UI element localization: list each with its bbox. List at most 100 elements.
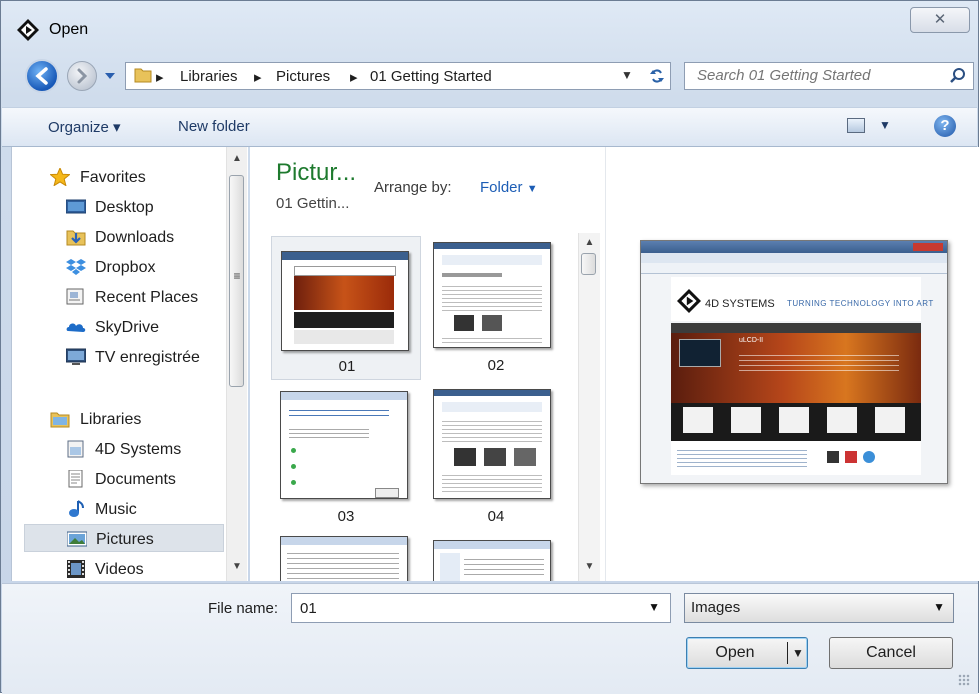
library-title: Pictur... <box>276 159 357 186</box>
breadcrumb-libraries[interactable]: Libraries <box>180 68 238 85</box>
close-icon: ✕ <box>933 11 947 28</box>
search-input[interactable] <box>695 66 929 85</box>
preview-pane: 4D SYSTEMS TURNING TECHNOLOGY INTO ART u… <box>605 147 979 581</box>
sidebar-libraries-header[interactable]: Libraries <box>12 405 224 433</box>
file-item-03[interactable]: 03 <box>271 387 421 531</box>
file-name-label: File name: <box>208 600 279 617</box>
chevron-down-icon: ▼ <box>526 183 538 195</box>
back-arrow-icon <box>35 67 48 85</box>
open-button[interactable]: Open ▼ <box>686 637 808 669</box>
file-name-label: 04 <box>487 508 505 525</box>
close-button[interactable]: ✕ <box>910 7 970 33</box>
sidebar-item-documents[interactable]: Documents <box>12 465 224 493</box>
history-dropdown-icon[interactable] <box>104 71 116 81</box>
change-view-icon[interactable] <box>847 118 865 133</box>
file-name-label: 01 <box>338 358 356 375</box>
arrange-by-value: Folder <box>480 179 523 196</box>
breadcrumb-getting-started[interactable]: 01 Getting Started <box>370 68 492 85</box>
cancel-button[interactable]: Cancel <box>829 637 953 669</box>
refresh-icon <box>650 69 664 83</box>
file-item-06[interactable] <box>421 532 571 581</box>
sidebar-item-desktop[interactable]: Desktop <box>12 193 224 221</box>
forward-button[interactable] <box>67 61 97 91</box>
file-name-combo[interactable]: ▼ <box>291 593 671 623</box>
breadcrumb-separator-icon[interactable]: ▸ <box>350 68 358 86</box>
sidebar-item-label: Dropbox <box>95 259 156 276</box>
file-item-01[interactable]: 01 <box>271 236 421 380</box>
file-thumbnail <box>280 391 408 499</box>
videos-icon <box>67 560 85 578</box>
arrange-by-dropdown[interactable]: Folder ▼ <box>480 179 538 196</box>
breadcrumb-pictures[interactable]: Pictures <box>276 68 330 85</box>
split-divider <box>787 642 788 664</box>
scroll-up-icon[interactable]: ▲ <box>227 153 247 164</box>
sidebar-item-label: Libraries <box>80 411 142 428</box>
organize-menu[interactable]: Organize ▾ <box>48 118 121 136</box>
refresh-button[interactable] <box>644 63 670 89</box>
sidebar-item-label: Videos <box>95 561 144 578</box>
sidebar-favorites-header[interactable]: Favorites <box>12 163 224 191</box>
resize-grip-icon[interactable] <box>958 674 970 686</box>
file-item-05[interactable] <box>271 532 421 581</box>
open-options-dropdown-icon[interactable]: ▼ <box>791 638 805 668</box>
sidebar-item-label: TV enregistrée <box>95 349 200 366</box>
tv-icon <box>66 348 86 365</box>
preview-image: 4D SYSTEMS TURNING TECHNOLOGY INTO ART u… <box>640 240 948 484</box>
chevron-down-icon: ▼ <box>933 600 945 614</box>
address-bar[interactable]: ▸ Libraries ▸ Pictures ▸ 01 Getting Star… <box>125 62 671 90</box>
documents-icon <box>68 470 83 488</box>
file-thumbnail <box>280 536 408 581</box>
scroll-up-icon[interactable]: ▲ <box>579 237 600 248</box>
sidebar-item-label: Downloads <box>95 229 175 246</box>
sidebar-item-label: Pictures <box>96 531 154 548</box>
breadcrumb-separator-icon[interactable]: ▸ <box>254 68 262 86</box>
sidebar-item-recent-places[interactable]: Recent Places <box>12 283 224 311</box>
file-list-scroll-thumb[interactable] <box>581 253 596 275</box>
sidebar-item-pictures[interactable]: Pictures <box>24 524 224 552</box>
preview-heading: uLCD-II <box>739 337 764 344</box>
dropbox-icon <box>66 259 86 275</box>
libraries-icon <box>50 412 70 428</box>
file-list-scrollbar[interactable]: ▲ ▼ <box>578 233 600 581</box>
search-box[interactable] <box>684 62 974 90</box>
file-thumbnail <box>433 389 551 499</box>
sidebar-item-videos[interactable]: Videos <box>12 555 224 581</box>
downloads-icon <box>66 230 86 246</box>
file-thumbnail <box>433 540 551 581</box>
scroll-down-icon[interactable]: ▼ <box>579 561 600 572</box>
site-logo-icon <box>677 289 701 313</box>
sidebar-item-skydrive[interactable]: SkyDrive <box>12 313 224 341</box>
address-dropdown-icon[interactable]: ▼ <box>621 68 633 82</box>
back-button[interactable] <box>25 59 59 93</box>
library-subtitle: 01 Gettin... <box>276 195 350 212</box>
new-folder-button[interactable]: New folder <box>178 118 250 135</box>
library-folder-icon <box>67 440 84 458</box>
view-options-dropdown-icon[interactable]: ▼ <box>879 118 891 132</box>
open-button-label: Open <box>715 644 755 661</box>
music-icon <box>69 500 84 517</box>
navigation-pane: Favorites Desktop Downloads Dropbox Rece… <box>11 147 248 581</box>
file-item-02[interactable]: 02 <box>421 236 571 380</box>
title-bar[interactable]: Open ✕ <box>1 1 978 49</box>
file-type-select[interactable]: Images ▼ <box>684 593 954 623</box>
sidebar-item-label: Music <box>95 501 137 518</box>
sidebar-item-dropbox[interactable]: Dropbox <box>12 253 224 281</box>
sidebar-item-downloads[interactable]: Downloads <box>12 223 224 251</box>
file-thumbnail <box>281 251 409 351</box>
sidebar-item-tv-enregistree[interactable]: TV enregistrée <box>12 343 224 371</box>
scroll-down-icon[interactable]: ▼ <box>227 561 247 572</box>
sidebar-item-music[interactable]: Music <box>12 495 224 523</box>
sidebar-item-4d-systems[interactable]: 4D Systems <box>12 435 224 463</box>
pictures-icon <box>67 531 87 547</box>
chevron-down-icon[interactable]: ▼ <box>648 600 660 614</box>
sidebar-scrollbar[interactable]: ▲ ≡ ▼ <box>226 147 247 581</box>
app-logo-icon <box>17 19 39 41</box>
search-icon[interactable] <box>949 67 967 85</box>
file-thumbnail <box>433 242 551 348</box>
file-item-04[interactable]: 04 <box>421 387 571 531</box>
file-name-input[interactable] <box>298 599 632 618</box>
forward-arrow-icon <box>77 68 88 84</box>
desktop-icon <box>66 199 86 214</box>
breadcrumb-separator-icon[interactable]: ▸ <box>156 68 164 86</box>
help-icon[interactable]: ? <box>934 115 956 137</box>
